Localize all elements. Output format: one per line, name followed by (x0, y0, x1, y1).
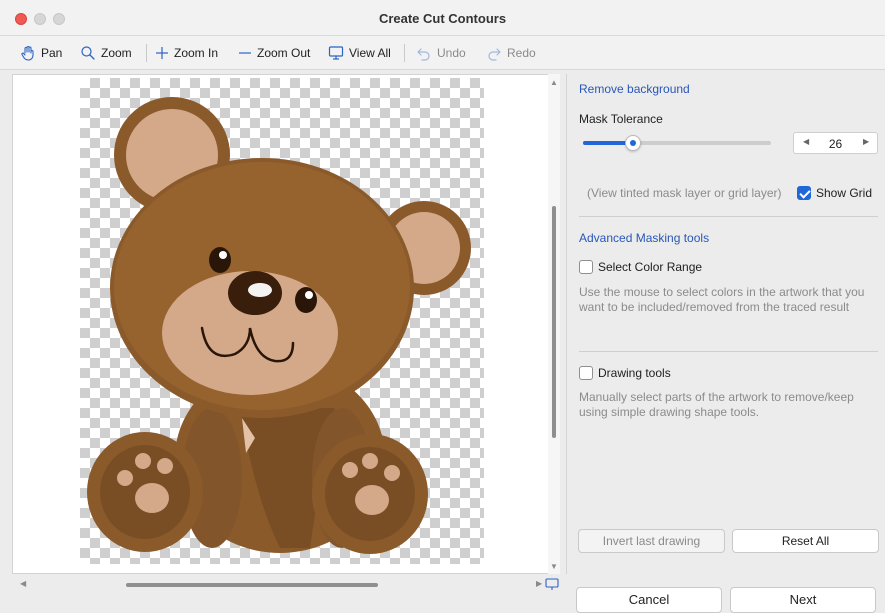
select-color-range-label[interactable]: Select Color Range (598, 260, 702, 274)
title-bar: Create Cut Contours (0, 0, 885, 36)
mask-tolerance-stepper[interactable]: ◀ 26 ▶ (793, 132, 878, 154)
next-button[interactable]: Next (730, 587, 876, 613)
reset-all-button[interactable]: Reset All (732, 529, 879, 553)
increment-arrow-icon[interactable]: ▶ (863, 137, 869, 146)
mask-tolerance-slider-knob[interactable] (625, 135, 641, 151)
toolbar: Pan Zoom Zoom In Zoom Out View All Undo … (0, 36, 885, 70)
section-divider (579, 351, 878, 352)
redo-button[interactable]: Redo (486, 43, 536, 63)
monitor-icon (328, 46, 344, 60)
zoom-out-label: Zoom Out (257, 46, 311, 60)
minus-icon (239, 52, 251, 54)
select-color-range-checkbox[interactable] (579, 260, 593, 274)
show-grid-checkbox[interactable] (797, 186, 811, 200)
redo-icon (488, 48, 501, 61)
advanced-masking-heading: Advanced Masking tools (579, 231, 710, 245)
toolbar-divider (404, 44, 405, 62)
scroll-down-arrow-icon[interactable]: ▼ (550, 562, 558, 571)
fit-screen-icon[interactable] (545, 577, 559, 591)
settings-panel: Remove background Mask Tolerance ◀ 26 ▶ … (566, 74, 885, 574)
undo-button[interactable]: Undo (416, 43, 466, 63)
redo-label: Redo (507, 46, 536, 60)
section-divider (579, 216, 878, 217)
select-color-range-description: Use the mouse to select colors in the ar… (579, 285, 865, 314)
teddy-bear-artwork (87, 97, 471, 554)
zoom-out-button[interactable]: Zoom Out (238, 43, 310, 63)
horizontal-scroll-thumb[interactable] (126, 583, 378, 587)
show-grid-label[interactable]: Show Grid (816, 186, 872, 200)
vertical-scroll-thumb[interactable] (552, 206, 556, 438)
hand-icon (21, 45, 34, 61)
scroll-right-arrow-icon[interactable]: ▶ (536, 579, 542, 588)
scroll-left-arrow-icon[interactable]: ◀ (20, 579, 26, 588)
view-all-label: View All (349, 46, 391, 60)
magnifier-icon (81, 46, 95, 60)
zoom-label: Zoom (101, 46, 132, 60)
scroll-up-arrow-icon[interactable]: ▲ (550, 78, 558, 87)
remove-background-heading: Remove background (579, 82, 690, 96)
mask-tolerance-label: Mask Tolerance (579, 112, 663, 126)
window-title: Create Cut Contours (378, 11, 507, 26)
undo-label: Undo (437, 46, 466, 60)
pan-label: Pan (41, 46, 63, 60)
drawing-tools-checkbox[interactable] (579, 366, 593, 380)
invert-last-drawing-button[interactable]: Invert last drawing (578, 529, 725, 553)
undo-icon (417, 48, 430, 61)
toolbar-divider (146, 44, 147, 62)
drawing-tools-label[interactable]: Drawing tools (598, 366, 671, 380)
preview-canvas[interactable] (12, 74, 560, 574)
zoom-in-label: Zoom In (174, 46, 219, 60)
view-all-button[interactable]: View All (328, 43, 391, 63)
horizontal-scrollbar[interactable]: ◀ ▶ (12, 574, 560, 596)
plus-icon (156, 47, 168, 59)
vertical-scrollbar[interactable]: ▲ ▼ (548, 74, 560, 574)
pan-button[interactable]: Pan (20, 43, 62, 63)
drawing-tools-description: Manually select parts of the artwork to … (579, 390, 854, 419)
transparency-grid (80, 78, 484, 564)
cancel-button[interactable]: Cancel (576, 587, 722, 613)
zoom-in-button[interactable]: Zoom In (155, 43, 218, 63)
zoom-button[interactable]: Zoom (80, 43, 132, 63)
grid-hint-text: (View tinted mask layer or grid layer) (587, 186, 782, 200)
